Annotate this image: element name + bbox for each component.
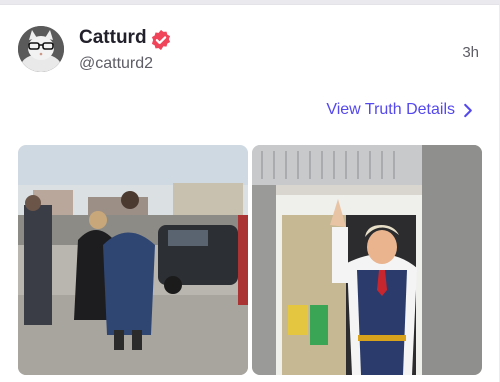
photo-man-waving-drive-thru-window: [252, 145, 482, 375]
chevron-right-icon: [464, 103, 472, 117]
handle[interactable]: @catturd2: [79, 55, 153, 73]
photo-people-walking-parking-lot: [18, 145, 248, 375]
verified-badge-icon: [151, 29, 171, 51]
view-details-link[interactable]: View Truth Details: [326, 101, 473, 119]
media-image-1[interactable]: [18, 145, 248, 375]
avatar[interactable]: [18, 26, 64, 72]
view-details-label: View Truth Details: [326, 101, 455, 118]
display-name[interactable]: Catturd: [79, 27, 147, 49]
timestamp[interactable]: 3h: [462, 44, 479, 61]
post-card: Catturd @catturd2 3h View Truth Details: [0, 4, 500, 382]
media-image-2[interactable]: [252, 145, 482, 375]
